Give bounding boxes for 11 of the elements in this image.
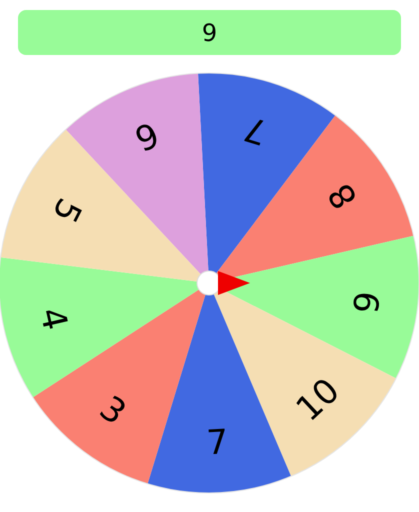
- result-bar: 9: [18, 10, 401, 55]
- segment-label: 3: [92, 388, 134, 434]
- segment-label: 7: [240, 108, 272, 152]
- pointer-icon: [218, 271, 250, 295]
- segment-label: 9: [346, 289, 389, 316]
- segment-label: 5: [44, 192, 90, 230]
- segment-label: 8: [320, 176, 366, 216]
- segment-label: 6: [128, 113, 164, 158]
- segment-label: 4: [31, 304, 76, 334]
- segment-label: 10: [288, 370, 348, 430]
- segment-label: 7: [206, 422, 230, 464]
